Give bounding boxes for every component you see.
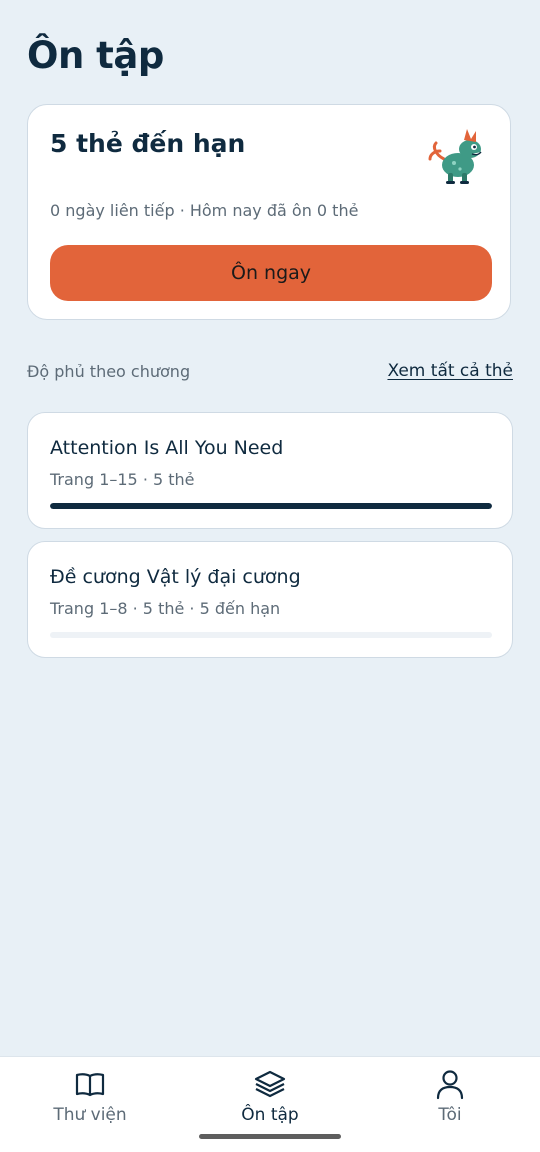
chapter-meta: Trang 1–15 · 5 thẻ: [50, 470, 195, 489]
user-icon: [436, 1070, 464, 1100]
nav-item-library[interactable]: Thư viện: [30, 1067, 150, 1125]
chapter-progress-bar: [50, 503, 492, 509]
page-title: Ôn tập: [27, 34, 164, 77]
nav-label: Ôn tập: [241, 1105, 299, 1125]
streak-summary: 0 ngày liên tiếp · Hôm nay đã ôn 0 thẻ: [50, 201, 359, 220]
nav-item-review[interactable]: Ôn tập: [210, 1067, 330, 1125]
due-cards-title: 5 thẻ đến hạn: [50, 129, 246, 158]
chapter-progress-bar: [50, 632, 492, 638]
nav-item-profile[interactable]: Tôi: [390, 1067, 510, 1125]
chapter-coverage-label: Độ phủ theo chương: [27, 362, 191, 381]
chapter-card[interactable]: Attention Is All You Need Trang 1–15 · 5…: [27, 412, 513, 529]
nav-label: Tôi: [438, 1105, 462, 1125]
see-all-cards-link[interactable]: Xem tất cả thẻ: [387, 361, 513, 381]
layers-icon: [254, 1070, 286, 1098]
review-now-button[interactable]: Ôn ngay: [50, 245, 492, 301]
book-icon: [75, 1073, 105, 1097]
chapter-meta: Trang 1–8 · 5 thẻ · 5 đến hạn: [50, 599, 281, 618]
chapter-progress-fill: [50, 503, 492, 509]
dinosaur-mascot-icon: [428, 129, 482, 184]
home-indicator: [199, 1134, 341, 1139]
chapter-title: Attention Is All You Need: [50, 437, 284, 459]
chapter-card[interactable]: Đề cương Vật lý đại cương Trang 1–8 · 5 …: [27, 541, 513, 658]
nav-label: Thư viện: [53, 1105, 127, 1125]
due-cards-card: 5 thẻ đến hạn 0 ngày liên tiếp · Hôm nay…: [27, 104, 511, 320]
chapter-title: Đề cương Vật lý đại cương: [50, 566, 301, 588]
